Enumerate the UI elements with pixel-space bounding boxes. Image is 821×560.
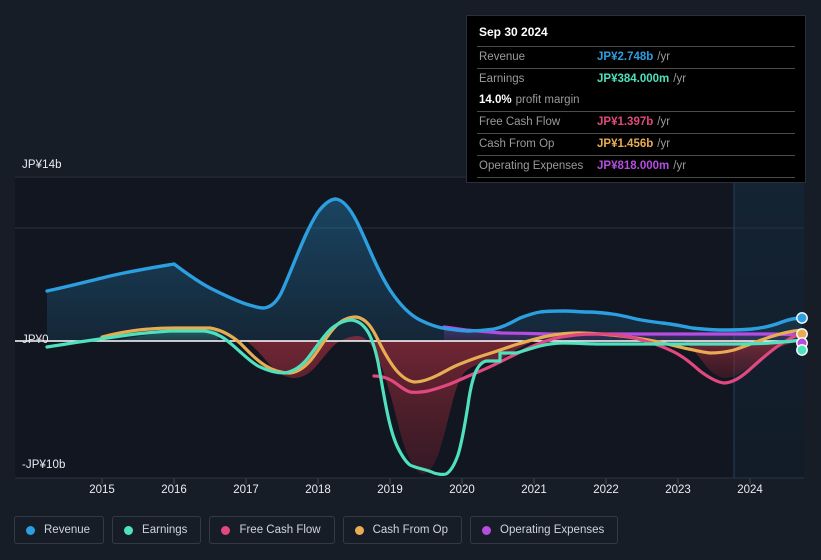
tooltip-label-cash-from-op: Cash From Op (479, 138, 555, 150)
endpoint-revenue (796, 312, 808, 324)
tooltip-row-cash-from-op: Cash From Op JP¥1.456b /yr (477, 133, 795, 155)
tooltip-row-earnings: Earnings JP¥384.000m /yr (477, 68, 795, 90)
tooltip-row-operating-expenses: Operating Expenses JP¥818.000m /yr (477, 155, 795, 178)
tooltip-value-operating-expenses: JP¥818.000m (597, 160, 670, 172)
legend-label-cash-from-op: Cash From Op (372, 524, 449, 536)
x-axis-tick-label: 2019 (377, 484, 403, 496)
legend-dot-operating-expenses (482, 525, 492, 535)
x-axis-tick-label: 2016 (161, 484, 187, 496)
legend-label-operating-expenses: Operating Expenses (500, 524, 605, 536)
x-axis-tick-label: 2018 (305, 484, 331, 496)
y-axis-zero-label: JP¥0 (22, 334, 49, 346)
legend-item-free-cash-flow[interactable]: Free Cash Flow (209, 516, 335, 544)
x-axis-tick-label: 2021 (521, 484, 547, 496)
legend-item-revenue[interactable]: Revenue (14, 516, 105, 544)
tooltip-unit-profit-margin: profit margin (515, 94, 580, 106)
legend-label-revenue: Revenue (44, 524, 91, 536)
tooltip-value-revenue: JP¥2.748b (597, 51, 654, 63)
endpoint-earnings (796, 344, 808, 356)
tooltip-unit-revenue: /yr (657, 51, 671, 63)
tooltip-date: Sep 30 2024 (479, 25, 548, 39)
x-axis-ticks (101, 478, 751, 484)
tooltip-row-profit-margin: 14.0% profit margin (477, 90, 795, 111)
tooltip-label-free-cash-flow: Free Cash Flow (479, 116, 561, 128)
legend-label-earnings: Earnings (142, 524, 188, 536)
tooltip-label-revenue: Revenue (479, 51, 526, 63)
x-axis-tick-label: 2020 (449, 484, 475, 496)
tooltip-unit-free-cash-flow: /yr (657, 116, 671, 128)
legend-dot-free-cash-flow (221, 525, 231, 535)
tooltip-value-earnings: JP¥384.000m (597, 73, 670, 85)
legend-item-cash-from-op[interactable]: Cash From Op (342, 516, 463, 544)
tooltip-unit-earnings: /yr (673, 73, 687, 85)
x-axis-tick-label: 2022 (593, 484, 619, 496)
x-axis-tick-label: 2024 (737, 484, 763, 496)
y-axis-top-label: JP¥14b (22, 159, 62, 171)
y-axis-bottom-label: -JP¥10b (22, 459, 66, 471)
legend-item-operating-expenses[interactable]: Operating Expenses (470, 516, 619, 544)
financial-chart-screenshot: JP¥14b JP¥0 -JP¥10b 2015 2016 2017 2018 … (0, 0, 821, 560)
legend-dot-earnings (124, 525, 134, 535)
endpoint-markers (796, 312, 808, 356)
tooltip-value-profit-margin: 14.0% (479, 94, 512, 106)
x-axis-tick-label: 2023 (665, 484, 691, 496)
tooltip-value-free-cash-flow: JP¥1.397b (597, 116, 654, 128)
tooltip-unit-operating-expenses: /yr (673, 160, 687, 172)
tooltip-value-cash-from-op: JP¥1.456b (597, 138, 654, 150)
x-axis-tick-label: 2017 (233, 484, 259, 496)
tooltip-row-free-cash-flow: Free Cash Flow JP¥1.397b /yr (477, 111, 795, 133)
legend-dot-cash-from-op (354, 525, 364, 535)
legend-item-earnings[interactable]: Earnings (112, 516, 202, 544)
x-axis-tick-label: 2015 (89, 484, 115, 496)
tooltip-label-operating-expenses: Operating Expenses (479, 160, 584, 172)
tooltip-row-revenue: Revenue JP¥2.748b /yr (477, 46, 795, 68)
chart-legend: Revenue Earnings Free Cash Flow Cash Fro… (14, 516, 619, 544)
legend-label-free-cash-flow: Free Cash Flow (239, 524, 321, 536)
legend-dot-revenue (26, 525, 35, 535)
tooltip-label-earnings: Earnings (479, 73, 525, 85)
tooltip-unit-cash-from-op: /yr (657, 138, 671, 150)
chart-tooltip: Sep 30 2024 Revenue JP¥2.748b /yr Earnin… (466, 15, 806, 183)
